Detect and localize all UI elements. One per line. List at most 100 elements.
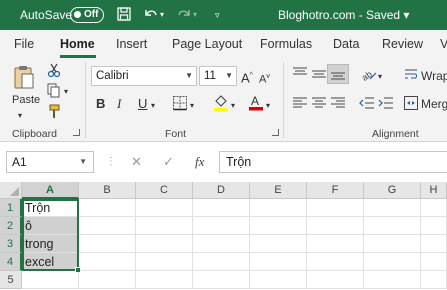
- row-header-2[interactable]: 2: [0, 217, 22, 235]
- cell-g3[interactable]: [364, 235, 421, 253]
- paste-button[interactable]: Paste: [12, 94, 40, 106]
- document-title[interactable]: Bloghotro.com - Saved ▾: [278, 8, 409, 22]
- cell-a5[interactable]: [22, 271, 79, 289]
- cell-c5[interactable]: [136, 271, 193, 289]
- tab-review[interactable]: Review: [382, 37, 423, 51]
- align-center-icon[interactable]: [311, 96, 327, 114]
- cell-g2[interactable]: [364, 217, 421, 235]
- cell-f1[interactable]: [307, 199, 364, 217]
- paste-icon[interactable]: [13, 64, 35, 92]
- cell-g5[interactable]: [364, 271, 421, 289]
- align-bottom-icon[interactable]: [327, 64, 349, 84]
- undo-dropdown-icon[interactable]: ▾: [160, 6, 164, 24]
- borders-dropdown-icon[interactable]: ▾: [190, 98, 194, 114]
- formula-input[interactable]: Trộn: [219, 151, 447, 173]
- cell-c2[interactable]: [136, 217, 193, 235]
- cell-b4[interactable]: [79, 253, 136, 271]
- enter-icon[interactable]: ✓: [163, 154, 174, 170]
- font-color-dropdown-icon[interactable]: ▾: [266, 98, 270, 114]
- cell-h1[interactable]: [421, 199, 447, 217]
- orientation-icon[interactable]: ab: [360, 66, 378, 86]
- align-top-icon[interactable]: [292, 67, 308, 85]
- align-left-icon[interactable]: [292, 96, 308, 114]
- cell-h4[interactable]: [421, 253, 447, 271]
- cell-f3[interactable]: [307, 235, 364, 253]
- cell-f4[interactable]: [307, 253, 364, 271]
- underline-dropdown-icon[interactable]: ▾: [151, 98, 155, 114]
- cell-e3[interactable]: [250, 235, 307, 253]
- row-header-4[interactable]: 4: [0, 253, 22, 271]
- cell-d1[interactable]: [193, 199, 250, 217]
- cell-c3[interactable]: [136, 235, 193, 253]
- row-header-3[interactable]: 3: [0, 235, 22, 253]
- increase-indent-icon[interactable]: [378, 96, 394, 114]
- fill-color-icon[interactable]: [213, 94, 229, 116]
- borders-icon[interactable]: [172, 95, 188, 115]
- cell-e4[interactable]: [250, 253, 307, 271]
- cell-f2[interactable]: [307, 217, 364, 235]
- fill-handle[interactable]: [75, 267, 81, 273]
- increase-font-size-icon[interactable]: A^: [241, 68, 253, 86]
- cell-c1[interactable]: [136, 199, 193, 217]
- cell-e2[interactable]: [250, 217, 307, 235]
- cell-a3[interactable]: trong: [22, 235, 79, 253]
- tab-file[interactable]: File: [14, 37, 34, 51]
- row-header-1[interactable]: 1: [0, 199, 22, 217]
- align-middle-icon[interactable]: [311, 67, 327, 85]
- name-box[interactable]: A1 ▼: [6, 151, 94, 173]
- decrease-font-size-icon[interactable]: Av: [259, 69, 270, 88]
- column-header-g[interactable]: G: [364, 182, 421, 199]
- cell-g4[interactable]: [364, 253, 421, 271]
- italic-button[interactable]: I: [117, 96, 121, 112]
- copy-icon[interactable]: [47, 83, 61, 103]
- align-right-icon[interactable]: [330, 96, 346, 114]
- redo-dropdown-icon[interactable]: ▾: [193, 6, 197, 24]
- cell-g1[interactable]: [364, 199, 421, 217]
- cut-icon[interactable]: [47, 62, 61, 82]
- cell-h5[interactable]: [421, 271, 447, 289]
- tab-page-layout[interactable]: Page Layout: [172, 37, 242, 51]
- merge-center-button[interactable]: Merg: [421, 96, 447, 112]
- cell-d3[interactable]: [193, 235, 250, 253]
- cell-d2[interactable]: [193, 217, 250, 235]
- cell-b3[interactable]: [79, 235, 136, 253]
- orientation-dropdown-icon[interactable]: ▾: [378, 69, 382, 85]
- font-name-select[interactable]: Calibri ▼: [91, 66, 197, 86]
- font-size-select[interactable]: 11 ▼: [199, 66, 237, 86]
- merge-center-icon[interactable]: [404, 96, 418, 114]
- cell-a1[interactable]: Trộn: [22, 199, 79, 217]
- redo-icon[interactable]: [175, 6, 193, 26]
- copy-dropdown-icon[interactable]: ▾: [64, 84, 68, 100]
- cell-d5[interactable]: [193, 271, 250, 289]
- cell-h3[interactable]: [421, 235, 447, 253]
- insert-function-button[interactable]: fx: [195, 154, 204, 170]
- column-header-e[interactable]: E: [250, 182, 307, 199]
- cell-d4[interactable]: [193, 253, 250, 271]
- formula-bar-grip-icon[interactable]: ⋮: [106, 156, 116, 168]
- tab-view[interactable]: V: [440, 37, 447, 51]
- cell-c4[interactable]: [136, 253, 193, 271]
- column-header-b[interactable]: B: [79, 182, 136, 199]
- bold-button[interactable]: B: [96, 96, 105, 112]
- cell-a4[interactable]: excel: [22, 253, 79, 271]
- cell-e1[interactable]: [250, 199, 307, 217]
- tab-insert[interactable]: Insert: [116, 37, 147, 51]
- fill-color-dropdown-icon[interactable]: ▾: [231, 98, 235, 114]
- cell-f5[interactable]: [307, 271, 364, 289]
- font-color-icon[interactable]: A: [248, 93, 264, 115]
- column-header-a[interactable]: A: [22, 182, 79, 199]
- column-header-h[interactable]: H: [421, 182, 447, 199]
- cell-a2[interactable]: ô: [22, 217, 79, 235]
- tab-home[interactable]: Home: [60, 37, 95, 51]
- decrease-indent-icon[interactable]: [359, 96, 375, 114]
- cell-e5[interactable]: [250, 271, 307, 289]
- cell-b1[interactable]: [79, 199, 136, 217]
- underline-button[interactable]: U: [138, 96, 147, 112]
- clipboard-launcher-icon[interactable]: [73, 129, 80, 136]
- wrap-text-icon[interactable]: [404, 67, 418, 85]
- column-header-f[interactable]: F: [307, 182, 364, 199]
- undo-icon[interactable]: [142, 6, 160, 26]
- wrap-text-button[interactable]: Wrap: [421, 68, 447, 84]
- paste-dropdown-icon[interactable]: ▾: [18, 108, 22, 124]
- font-launcher-icon[interactable]: [272, 129, 279, 136]
